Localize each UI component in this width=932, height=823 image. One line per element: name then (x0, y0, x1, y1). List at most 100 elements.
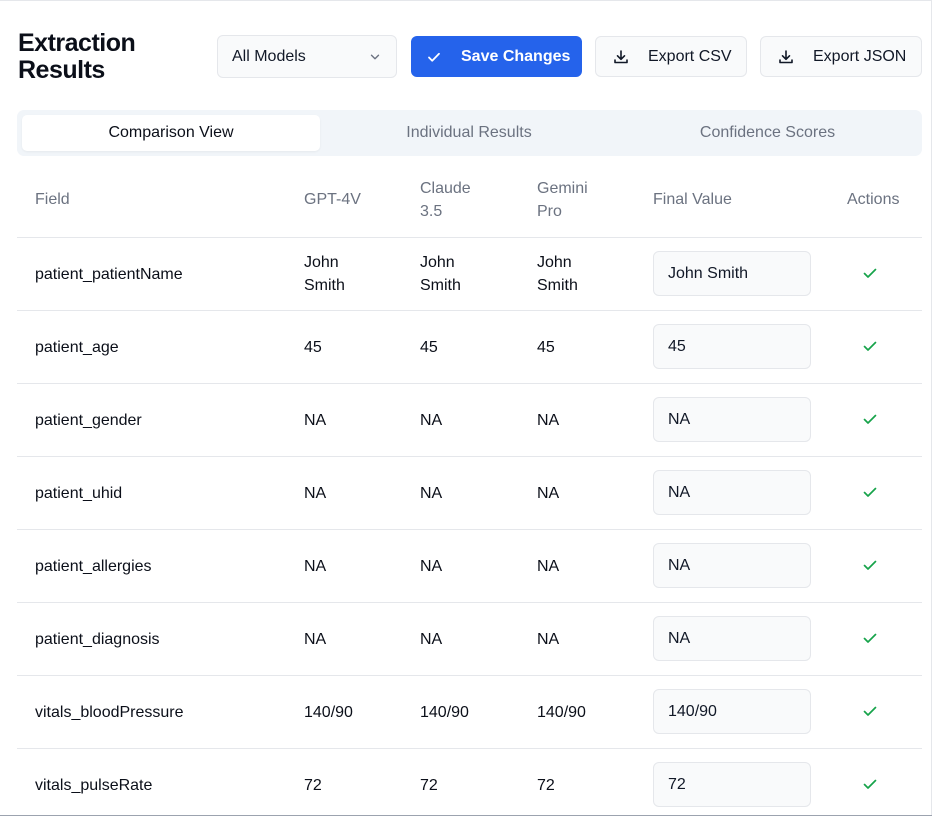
header-actions: Actions (847, 191, 900, 208)
gemini-value-line: NA (537, 631, 560, 648)
gpt-4v-value-line: NA (304, 412, 327, 429)
table-row: vitals_bloodPressure 140/90 140/90 140/90 (17, 676, 922, 749)
view-tabs: Comparison View Individual Results Confi… (17, 110, 922, 156)
gemini-value-line: 140/90 (537, 704, 586, 721)
export-csv-button[interactable]: Export CSV (595, 36, 747, 77)
gpt-4v-value-line: NA (304, 631, 327, 648)
final-value-input[interactable] (653, 543, 811, 588)
header-final-value: Final Value (653, 191, 732, 208)
tab-comparison-view[interactable]: Comparison View (22, 115, 320, 151)
tab-individual-results[interactable]: Individual Results (320, 115, 618, 151)
table-row: patient_diagnosis NA NA NA (17, 603, 922, 676)
final-value-input[interactable] (653, 762, 811, 807)
gpt-4v-value: 140/90 (304, 701, 394, 724)
header-gemini: Gemini Pro (537, 177, 588, 223)
gpt-4v-value-line: Smith (304, 277, 345, 294)
model-select[interactable]: All Models (217, 35, 397, 78)
check-icon[interactable] (862, 265, 878, 281)
check-icon[interactable] (862, 630, 878, 646)
gpt-4v-value: NA (304, 555, 394, 578)
gemini-value: John Smith (537, 251, 627, 297)
claude-value-line: 72 (420, 777, 438, 794)
claude-value: 72 (420, 774, 510, 797)
tab-confidence-scores[interactable]: Confidence Scores (618, 115, 917, 151)
final-value-input[interactable] (653, 470, 811, 515)
chevron-down-icon (370, 54, 380, 59)
download-icon (779, 49, 793, 63)
gemini-value: NA (537, 628, 627, 651)
export-csv-label: Export CSV (648, 47, 732, 65)
gpt-4v-value: 72 (304, 774, 394, 797)
gemini-value-line: NA (537, 412, 560, 429)
claude-value-line: NA (420, 558, 443, 575)
gemini-value: NA (537, 555, 627, 578)
claude-value-line: NA (420, 485, 443, 502)
field-name: patient_allergies (35, 558, 152, 575)
gpt-4v-value-line: 45 (304, 339, 322, 356)
page-title-line1: Extraction (18, 29, 136, 57)
gpt-4v-value: NA (304, 628, 394, 651)
claude-value: NA (420, 555, 510, 578)
table-body: patient_patientName John Smith John Smith Joh… (17, 238, 922, 822)
comparison-table: Field GPT-4V Claude 3.5 Gemini Pro Final… (17, 165, 922, 822)
gemini-value: 140/90 (537, 701, 627, 724)
gemini-value: 72 (537, 774, 627, 797)
header-gpt-4v: GPT-4V (304, 191, 361, 208)
check-icon (428, 52, 440, 62)
claude-value-line: NA (420, 412, 443, 429)
page-title: Extraction Results (18, 29, 136, 84)
final-value-input[interactable] (653, 324, 811, 369)
save-changes-button[interactable]: Save Changes (411, 36, 582, 77)
table-row: patient_patientName John Smith John Smith Joh… (17, 238, 922, 311)
gemini-value: 45 (537, 336, 627, 359)
save-changes-label: Save Changes (461, 47, 571, 65)
gpt-4v-value-line: 72 (304, 777, 322, 794)
download-icon (614, 49, 628, 63)
claude-value: 140/90 (420, 701, 510, 724)
gpt-4v-value-line: 140/90 (304, 704, 353, 721)
check-icon[interactable] (862, 703, 878, 719)
final-value-input[interactable] (653, 251, 811, 296)
field-name: patient_gender (35, 412, 142, 429)
claude-value-line: 45 (420, 339, 438, 356)
check-icon[interactable] (862, 776, 878, 792)
table-header-row: Field GPT-4V Claude 3.5 Gemini Pro Final… (17, 165, 922, 238)
table-row: patient_gender NA NA NA (17, 384, 922, 457)
gemini-value-line: John (537, 254, 572, 271)
window-bottom-border (0, 815, 932, 823)
gpt-4v-value: John Smith (304, 251, 394, 297)
gpt-4v-value: NA (304, 482, 394, 505)
gemini-value-line: NA (537, 558, 560, 575)
field-name: patient_age (35, 339, 119, 356)
table-row: patient_allergies NA NA NA (17, 530, 922, 603)
gpt-4v-value: 45 (304, 336, 394, 359)
export-json-button[interactable]: Export JSON (760, 36, 922, 77)
header-field: Field (35, 191, 70, 208)
field-name: patient_uhid (35, 485, 123, 502)
gemini-value-line: 72 (537, 777, 555, 794)
check-icon[interactable] (862, 557, 878, 573)
claude-value: NA (420, 628, 510, 651)
check-icon[interactable] (862, 484, 878, 500)
claude-value: 45 (420, 336, 510, 359)
claude-value-line: Smith (420, 277, 461, 294)
check-icon[interactable] (862, 338, 878, 354)
final-value-input[interactable] (653, 616, 811, 661)
gemini-value-line: NA (537, 485, 560, 502)
gpt-4v-value-line: NA (304, 558, 327, 575)
claude-value: NA (420, 409, 510, 432)
gpt-4v-value-line: John (304, 254, 339, 271)
check-icon[interactable] (862, 411, 878, 427)
table-row: patient_age 45 45 45 (17, 311, 922, 384)
final-value-input[interactable] (653, 689, 811, 734)
header-claude: Claude 3.5 (420, 177, 471, 223)
gemini-value: NA (537, 409, 627, 432)
gpt-4v-value-line: NA (304, 485, 327, 502)
table-row: vitals_pulseRate 72 72 72 (17, 749, 922, 822)
claude-value-line: NA (420, 631, 443, 648)
header-gemini-line1: Gemini (537, 180, 588, 197)
claude-value: NA (420, 482, 510, 505)
model-select-value: All Models (232, 47, 306, 65)
export-json-label: Export JSON (813, 47, 907, 65)
final-value-input[interactable] (653, 397, 811, 442)
